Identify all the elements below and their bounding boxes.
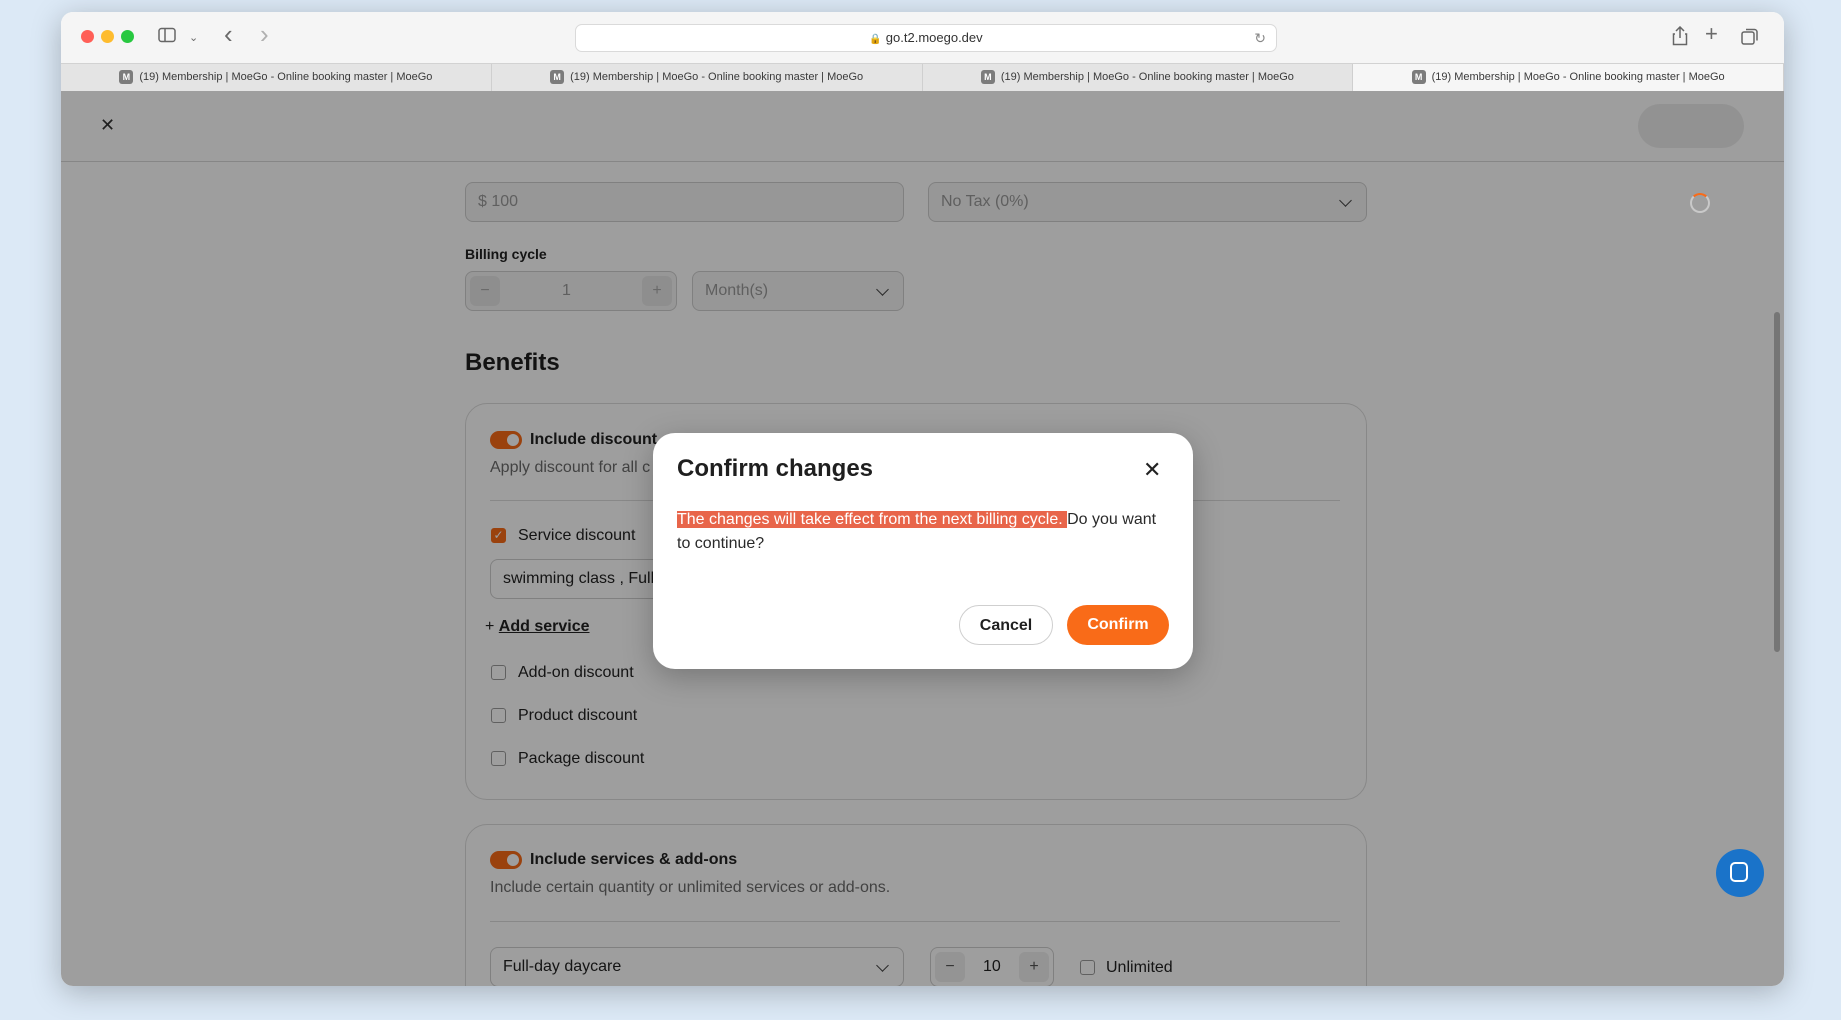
lock-icon: 🔒 (869, 34, 882, 45)
forward-icon[interactable]: › (260, 21, 269, 47)
share-icon[interactable] (1672, 25, 1688, 52)
scrollbar[interactable] (1774, 312, 1780, 652)
url-text: go.t2.moego.dev (885, 30, 983, 45)
close-window-button[interactable] (81, 30, 94, 43)
moego-favicon: M (1411, 70, 1426, 85)
cancel-button[interactable]: Cancel (959, 605, 1053, 645)
new-tab-icon[interactable]: + (1705, 23, 1718, 45)
tab-title: (19) Membership | MoeGo - Online booking… (1000, 71, 1294, 83)
confirm-changes-modal: Confirm changes ✕ The changes will take … (653, 433, 1193, 669)
moego-favicon: M (980, 70, 995, 85)
tab-strip: M (19) Membership | MoeGo - Online bookin… (61, 63, 1784, 92)
browser-window: ⌄ ‹ › 🔒 go.t2.moego.dev ↻ + M (19) Members… (61, 12, 1784, 986)
browser-tab-active[interactable]: M (19) Membership | MoeGo - Online bookin… (1353, 64, 1784, 91)
modal-title: Confirm changes (677, 455, 874, 482)
browser-tab[interactable]: M (19) Membership | MoeGo - Online bookin… (923, 64, 1354, 91)
chevron-down-icon[interactable]: ⌄ (189, 28, 198, 48)
browser-tab[interactable]: M (19) Membership | MoeGo - Online bookin… (61, 64, 492, 91)
minimize-window-button[interactable] (101, 30, 114, 43)
modal-message: The changes will take effect from the ne… (677, 508, 1157, 556)
moego-favicon: M (119, 70, 134, 85)
confirm-button[interactable]: Confirm (1067, 605, 1169, 645)
loading-spinner-icon (1690, 193, 1710, 213)
chat-support-icon[interactable] (1716, 849, 1764, 897)
browser-toolbar: ⌄ ‹ › 🔒 go.t2.moego.dev ↻ + (61, 12, 1784, 63)
highlighted-text: The changes will take effect from the ne… (677, 511, 1068, 528)
sidebar-icon[interactable] (158, 27, 176, 49)
tab-title: (19) Membership | MoeGo - Online booking… (1431, 71, 1725, 83)
moego-favicon: M (550, 70, 565, 85)
page-content: ✕ $ 100 No Tax (0%) Billing cycle − 1 + … (61, 91, 1784, 986)
reload-icon[interactable]: ↻ (1254, 25, 1266, 51)
maximize-window-button[interactable] (121, 30, 134, 43)
browser-tab[interactable]: M (19) Membership | MoeGo - Online bookin… (492, 64, 923, 91)
tab-overview-icon[interactable] (1741, 27, 1759, 51)
close-icon[interactable]: ✕ (1143, 459, 1161, 481)
tab-title: (19) Membership | MoeGo - Online booking… (139, 71, 433, 83)
back-icon[interactable]: ‹ (224, 21, 233, 47)
tab-title: (19) Membership | MoeGo - Online booking… (570, 71, 864, 83)
address-bar[interactable]: 🔒 go.t2.moego.dev ↻ (575, 24, 1277, 52)
